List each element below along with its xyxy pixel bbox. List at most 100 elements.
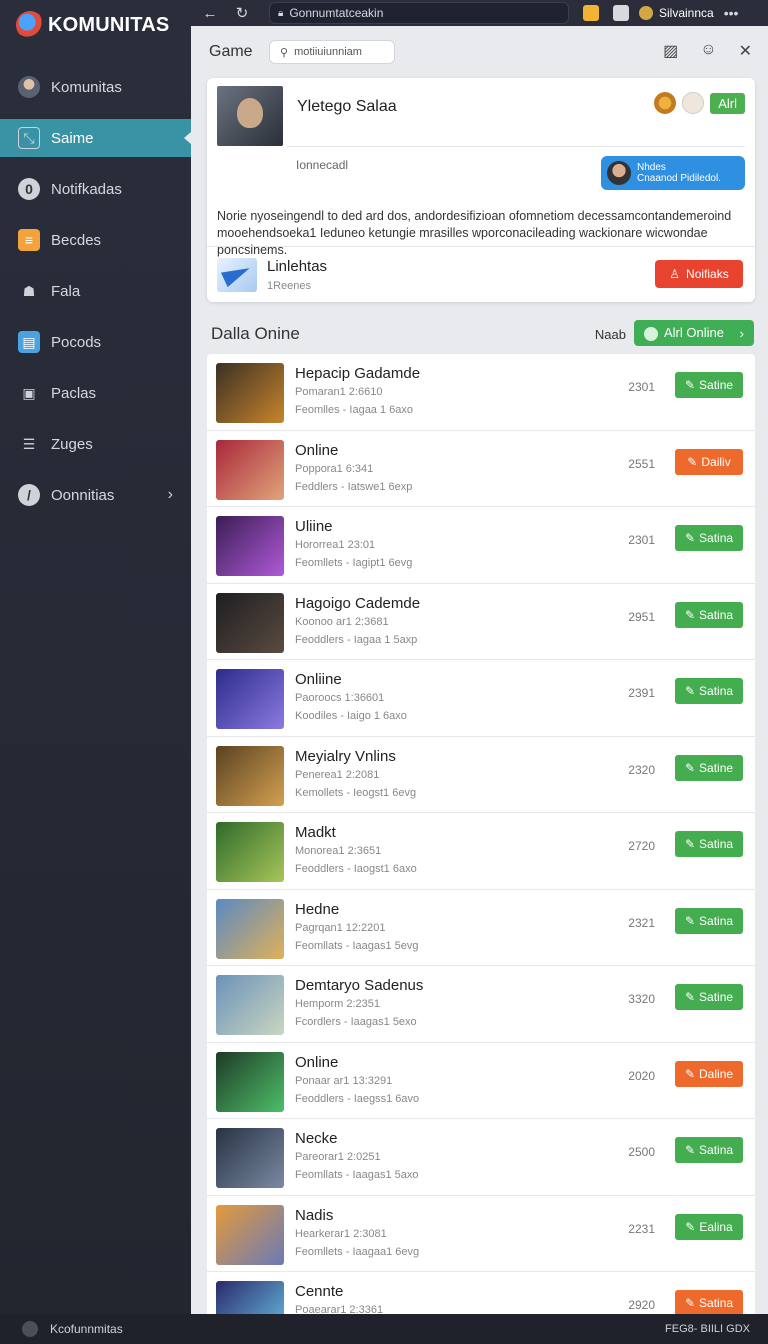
list-item[interactable]: Uliine Hororrea1 23:01 Feomllets - Iagipt1… [207,507,755,584]
game-meta-secondary: Fcordlers - Iaagas1 5exo [295,1016,417,1028]
pencil-icon: ✎ [685,1219,696,1234]
list-item[interactable]: Meyialry Vnlins Penerea1 2:2081 Kemollets … [207,737,755,813]
divider [207,246,755,247]
join-button[interactable]: ✎ Satine [675,754,743,781]
notify-button[interactable]: ♙ Noifiaks [655,260,743,288]
link-subtitle: 1Reenes [267,280,312,292]
sidebar-item-notifkadas[interactable]: 0 Notifkadas [0,170,191,208]
pencil-icon: ✎ [684,531,696,545]
game-meta: Pagrqan1 12:2201 [295,921,386,934]
image-icon[interactable]: ▨ [663,41,678,61]
more-icon[interactable]: ••• [724,5,739,21]
rocket-icon [217,258,257,292]
sidebar-item-paclas[interactable]: ▣ Paclas [0,374,191,412]
profile-badges: Alrl [654,92,745,114]
join-button[interactable]: ✎ Satina [675,525,743,551]
player-count: 3320 [628,992,655,1006]
game-thumbnail [216,669,284,729]
bookmark-icon[interactable] [613,5,629,21]
brand[interactable]: KOMUNITAS [0,0,191,50]
list-item[interactable]: Nadis Hearkerar1 2:3081 Feomllets - Iaagaa… [207,1196,755,1272]
game-meta: Koonoo ar1 2:3681 [295,615,389,628]
join-button[interactable]: ✎ Ealina [675,1213,743,1240]
user-avatar-icon [639,6,653,20]
status-bar: Kcofunnmitas FEG8- BIILI GDX [0,1314,768,1344]
close-icon[interactable]: ✕ [739,41,752,61]
notify-chip[interactable]: Nhdes Cnaanod Pidiledol. [601,156,745,190]
join-button[interactable]: ✎ Satina [675,831,743,857]
join-button[interactable]: ✎ Satina [675,1137,743,1163]
player-count: 2301 [628,380,655,394]
user-name: Silvainnca [659,6,714,20]
back-icon[interactable]: ← [197,5,223,22]
profile-header: Yletego Salaa Alrl [217,86,745,146]
lock-icon: 🔒︎ [278,7,284,19]
join-button[interactable]: ✎ Satina [675,1290,743,1314]
player-count: 2720 [628,839,655,853]
avatar [607,161,631,185]
player-count: 2320 [628,762,655,777]
game-thumbnail [216,363,284,423]
all-online-button[interactable]: Alrl Online › [634,320,754,346]
briefcase-icon: ▣ [22,384,36,401]
game-meta-secondary: Feomllets - Iaagaa1 6evg [295,1245,420,1258]
sidebar-item-pocods[interactable]: ▤ Pocods [0,323,191,361]
join-button[interactable]: ✎ Satine [675,984,743,1010]
sidebar-item-komunitas[interactable]: Komunitas [0,68,191,106]
join-button[interactable]: ✎ Dailiv [675,448,743,475]
sidebar-item-fala[interactable]: ☗ Fala [0,272,191,310]
user-icon[interactable]: ☺ [700,41,716,61]
list-item[interactable]: Onliine Paoroocs 1:36601 Koodiles - Iaigo … [207,660,755,737]
list-item[interactable]: Madkt Monorea1 2:3651 Feoddlers - Iaogst1 … [207,813,755,890]
controller-icon [644,326,658,341]
join-button[interactable]: ✎ Daline [675,1060,743,1087]
join-button-label: Satina [699,837,734,851]
link-title[interactable]: Linlehtas [267,258,327,275]
list-item[interactable]: Hagoigo Cademde Koonoo ar1 2:3681 Feoddler… [207,584,755,660]
app-icon [22,1321,38,1337]
list-item[interactable]: Hedne Pagrqan1 12:2201 Feomllats - Iaagas1… [207,890,755,966]
sidebar-item-zuges[interactable]: ☰ Zuges [0,425,191,463]
pencil-icon: ✎ [684,1296,696,1310]
game-meta-secondary: Feomllats - Iaagas1 5evg [295,939,419,952]
join-button[interactable]: ✎ Satina [675,678,743,704]
profile-photo [217,86,283,146]
all-online-label: Alrl Online [664,325,724,341]
game-meta: Penerea1 2:2081 [295,768,380,781]
address-bar[interactable]: 🔒︎ Gonnumtatceakin [269,2,569,24]
page-title: Game [209,43,253,60]
avatar-icon [18,76,40,98]
extension-icon[interactable] [583,5,599,21]
join-button[interactable]: ✎ Satina [675,601,743,628]
game-meta-secondary: Feoddlers - Iagaa 1 5axp [295,633,418,646]
divider [287,146,745,147]
game-meta: Hororrea1 23:01 [295,539,376,551]
list-item[interactable]: Demtaryo Sadenus Hemporm 2:2351 Fcordlers … [207,966,755,1043]
player-count: 2231 [628,1221,655,1236]
search-input[interactable]: ⚲ motiiuiunniam [269,40,395,64]
list-item[interactable]: Online Poppora1 6:341 Feddlers - Iatswe1 6… [207,431,755,507]
status-right: FEG8- BIILI GDX [665,1323,750,1335]
pencil-icon: ✎ [684,684,696,698]
reload-icon[interactable]: ↻ [229,4,255,22]
chart-icon: ⤡ [18,127,40,149]
status-badge[interactable]: Alrl [710,92,745,114]
sidebar-item-becdes[interactable]: ≡ Becdes [0,221,191,259]
user-menu[interactable]: Silvainnca [639,6,714,20]
notify-line1: Nhdes [637,162,666,173]
section-label: Naab [594,327,626,342]
game-title: Madkt [295,824,336,841]
list-item[interactable]: Online Ponaar ar1 13:3291 Feoddlers - Iaeg… [207,1043,755,1119]
sidebar-item-label: Komunitas [51,78,122,96]
join-button[interactable]: ✎ Satina [675,907,743,934]
game-meta: Hemporm 2:2351 [295,998,380,1010]
join-button[interactable]: ✎ Satine [675,372,743,398]
game-thumbnail [216,975,284,1035]
sidebar-item-saime[interactable]: ⤡ Saime [0,119,191,157]
list-item[interactable]: Hepacip Gadamde Pomaran1 2:6610 Feomlles -… [207,354,755,431]
game-thumbnail [216,439,284,500]
list-item[interactable]: Cennte Poaearar1 2:3361 2920 ✎ Satina [207,1272,755,1314]
sidebar-item-oonnitias[interactable]: / Oonnitias › [0,476,191,514]
list-item[interactable]: Necke Pareorar1 2:0251 Feomllats - Iaagas1… [207,1119,755,1196]
game-title: Hepacip Gadamde [295,365,421,382]
